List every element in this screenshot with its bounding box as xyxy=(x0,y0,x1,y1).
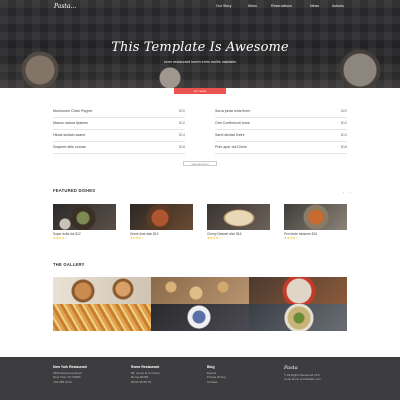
footer-line: 06.55.35.55.78 xyxy=(131,379,152,384)
gallery-image[interactable] xyxy=(249,304,347,331)
menu-item-price: $14 xyxy=(341,133,347,137)
footer-heading: Rome Restaurant xyxy=(131,365,160,369)
dish-card[interactable]: Super dolla dot $12 ★★★★☆ xyxy=(53,204,116,240)
footer-logo[interactable]: Pasta xyxy=(284,365,321,371)
footer-line: 718-788-3744 xyxy=(53,379,72,384)
footer-col-links: Blog Events Private Dining Contact xyxy=(207,365,226,384)
dish-photo xyxy=(284,204,347,230)
menu-item: Surra peda mnis firem $20 xyxy=(215,106,347,118)
menu-item: Orni Confimicuri tome $12 xyxy=(215,118,347,130)
dish-price: $12 xyxy=(75,232,81,236)
nav-item-actions[interactable]: Actions xyxy=(332,4,344,8)
nav-item-news[interactable]: News xyxy=(310,4,319,8)
menu-item-name: Surra peda mnis firem xyxy=(215,109,251,113)
menu-item-price: $18 xyxy=(341,145,347,149)
nav-item-reservations[interactable]: Reservations xyxy=(271,4,292,8)
dish-price: $16 xyxy=(311,232,317,236)
dish-rating: ★★★★☆ xyxy=(207,236,222,240)
footer-link[interactable]: Contact xyxy=(207,380,226,384)
dish-rating: ★★★★☆ xyxy=(130,236,145,240)
view-all-menu-button[interactable]: view all menu xyxy=(183,161,217,166)
menu-item-price: $18 xyxy=(179,145,185,149)
nav-item-our-story[interactable]: Our Story xyxy=(216,4,231,8)
menu-item-name: Orni Confimicuri tome xyxy=(215,121,250,125)
featured-dishes-title: FEATURED DISHES xyxy=(53,188,96,193)
menu-item-name: Manus natura lipsines xyxy=(53,121,88,125)
dish-rating: ★★★★☆ xyxy=(53,236,68,240)
dish-photo xyxy=(53,204,116,230)
footer-col-new-york: New York Restaurant 3490 Awesome Road Ne… xyxy=(53,365,87,384)
menu-item-name: Sospere ditle curnas xyxy=(53,145,86,149)
menu-list-left: Mushroom Chick Pepper $20 Manus natura li… xyxy=(53,106,185,154)
dish-card[interactable]: Pen ferde mixtures $16 ★★★★☆ xyxy=(284,204,347,240)
menu-item: Hinda stollain acane $14 xyxy=(53,130,185,142)
nav-item-menu[interactable]: Menu xyxy=(248,4,257,8)
menu-item-price: $12 xyxy=(341,121,347,125)
dish-card[interactable]: Cherry Dessert dish $16 ★★★★☆ xyxy=(207,204,270,240)
menu-item-name: Prim aper dui Dimm xyxy=(215,145,247,149)
dish-price: $19 xyxy=(153,232,159,236)
menu-tab[interactable]: our menu xyxy=(174,88,226,94)
menu-item-name: Mushroom Chick Pepper xyxy=(53,109,93,113)
gallery-image[interactable] xyxy=(249,277,347,304)
gallery-image[interactable] xyxy=(151,304,249,331)
site-footer: New York Restaurant 3490 Awesome Road Ne… xyxy=(0,357,400,400)
gallery-image[interactable] xyxy=(53,277,151,304)
dish-card[interactable]: Greek lime dish $19 ★★★★☆ xyxy=(130,204,193,240)
menu-item: Mushroom Chick Pepper $20 xyxy=(53,106,185,118)
top-nav: Pasta... Our Story Menu Reservations New… xyxy=(0,0,400,14)
dish-photo xyxy=(207,204,270,230)
prev-arrow-icon[interactable]: ‹ xyxy=(343,190,344,195)
footer-heading: New York Restaurant xyxy=(53,365,87,369)
menu-item-name: Sarel dicidat Geire xyxy=(215,133,245,137)
menu-item: Sarel dicidat Geire $14 xyxy=(215,130,347,142)
menu-item-name: Hinda stollain acane xyxy=(53,133,86,137)
gallery-image[interactable] xyxy=(151,277,249,304)
footer-link-blog[interactable]: Blog xyxy=(207,365,226,369)
carousel-arrows: ‹ › xyxy=(339,190,351,195)
site-logo[interactable]: Pasta... xyxy=(54,3,76,10)
footer-col-brand: Pasta © All Rights Reserved 2XX Code Don… xyxy=(284,365,321,382)
menu-item-price: $12 xyxy=(179,121,185,125)
menu-item: Prim aper dui Dimm $18 xyxy=(215,142,347,154)
menu-item-price: $20 xyxy=(179,109,185,113)
next-arrow-icon[interactable]: › xyxy=(349,190,350,195)
menu-item-price: $20 xyxy=(341,109,347,113)
hero-title: This Template Is Awesome xyxy=(111,40,289,55)
footer-credit: Code Done at Pastabb.com xyxy=(284,377,321,382)
dish-rating: ★★★★☆ xyxy=(284,236,299,240)
menu-item-price: $14 xyxy=(179,133,185,137)
menu-list-right: Surra peda mnis firem $20 Orni Confimicur… xyxy=(215,106,347,154)
hero-banner: Pasta... Our Story Menu Reservations New… xyxy=(0,0,400,88)
menu-item: Manus natura lipsines $12 xyxy=(53,118,185,130)
footer-col-rome: Rome Restaurant 86, via de la Corrente R… xyxy=(131,365,160,384)
menu-item: Sospere ditle curnas $18 xyxy=(53,142,185,154)
hero-subtitle: cenn restaurant lorem enim mollis natofa… xyxy=(163,60,237,64)
dish-photo xyxy=(130,204,193,230)
gallery-image[interactable] xyxy=(53,304,151,331)
gallery-title: THE GALLERY xyxy=(53,262,85,267)
dish-price: $16 xyxy=(236,232,242,236)
